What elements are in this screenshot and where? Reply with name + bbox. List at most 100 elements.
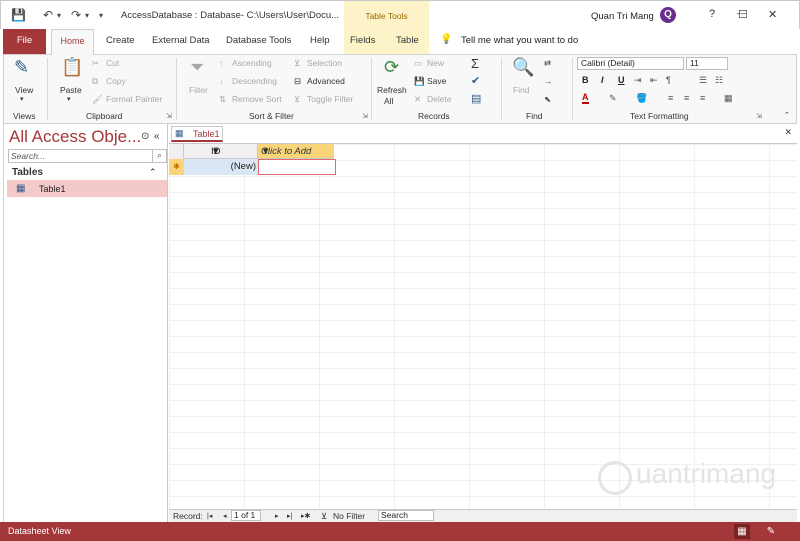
table-row[interactable]: (New) bbox=[184, 159, 258, 175]
tell-me-search[interactable]: Tell me what you want to do bbox=[461, 35, 578, 46]
sort-descending-icon[interactable]: ↓ bbox=[219, 76, 223, 86]
current-record-field[interactable]: 1 of 1 bbox=[231, 510, 261, 521]
shutter-bar-close-icon[interactable]: « bbox=[154, 131, 160, 142]
nav-item-table1[interactable]: ▦ Table1 bbox=[7, 180, 167, 197]
toggle-filter-button[interactable]: Toggle Filter bbox=[307, 94, 353, 104]
redo-icon[interactable]: ↷ bbox=[71, 8, 81, 22]
numbering-icon[interactable]: ☷ bbox=[715, 75, 723, 86]
record-search-input[interactable]: Search bbox=[378, 510, 434, 521]
first-record-icon[interactable]: |◂ bbox=[207, 512, 212, 520]
cut-button[interactable]: Cut bbox=[106, 58, 119, 68]
dialog-launcher-icon[interactable]: ⇲ bbox=[756, 112, 762, 120]
new-record-marker[interactable]: ✱ bbox=[169, 159, 184, 175]
advanced-filter-icon[interactable]: ⊟ bbox=[294, 76, 301, 87]
dialog-launcher-icon[interactable]: ⇲ bbox=[362, 112, 368, 120]
sort-ascending-icon[interactable]: ↑ bbox=[219, 58, 223, 68]
more-records-icon[interactable]: ▤ bbox=[471, 92, 481, 105]
descending-button[interactable]: Descending bbox=[232, 76, 277, 86]
close-document-icon[interactable]: ✕ bbox=[784, 127, 792, 138]
copy-button[interactable]: Copy bbox=[106, 76, 126, 86]
select-all-cell[interactable] bbox=[169, 144, 184, 159]
gridlines-icon[interactable]: ▦ bbox=[724, 93, 733, 104]
italic-button[interactable]: I bbox=[601, 75, 604, 85]
ascending-button[interactable]: Ascending bbox=[232, 58, 272, 68]
user-name[interactable]: Quan Tri Mang bbox=[591, 11, 654, 22]
view-button[interactable]: View bbox=[15, 85, 33, 95]
remove-sort-button[interactable]: Remove Sort bbox=[232, 94, 282, 104]
format-painter-button[interactable]: Format Painter bbox=[106, 94, 162, 104]
help-icon[interactable]: ? bbox=[709, 8, 715, 20]
paste-icon[interactable]: 📋 bbox=[61, 57, 83, 78]
spelling-icon[interactable]: ✔ bbox=[471, 74, 480, 87]
next-record-icon[interactable]: ▸ bbox=[275, 512, 279, 520]
chevron-down-icon[interactable]: ▾ bbox=[20, 95, 24, 103]
font-size-select[interactable]: 11 bbox=[686, 57, 728, 70]
nav-menu-icon[interactable]: ⊙ bbox=[141, 131, 149, 142]
collapse-ribbon-icon[interactable]: ⌃ bbox=[784, 111, 790, 119]
save-record-button[interactable]: Save bbox=[427, 76, 446, 86]
nav-pane-title[interactable]: All Access Obje... bbox=[9, 127, 141, 147]
select-icon[interactable]: ⬉ bbox=[544, 94, 551, 105]
nav-search-input[interactable]: Search... ⌕ bbox=[8, 149, 167, 163]
outdent-icon[interactable]: ⇤ bbox=[650, 75, 658, 86]
no-filter-icon[interactable]: ⊻ bbox=[321, 511, 327, 522]
chevron-down-icon[interactable]: ▼ bbox=[261, 146, 331, 157]
tab-create[interactable]: Create bbox=[106, 35, 135, 46]
tab-help[interactable]: Help bbox=[310, 35, 330, 46]
design-view-icon[interactable]: ✎ bbox=[763, 524, 779, 539]
undo-dropdown-icon[interactable]: ▾ bbox=[57, 11, 61, 20]
find-button[interactable]: Find bbox=[513, 85, 530, 95]
filter-button[interactable]: Filter bbox=[189, 85, 208, 95]
refresh-all-button[interactable]: Refresh bbox=[377, 85, 407, 95]
copy-icon[interactable]: ⧉ bbox=[92, 76, 98, 87]
highlight-icon[interactable]: ✎ bbox=[609, 93, 617, 104]
indent-icon[interactable]: ⇥ bbox=[634, 75, 642, 86]
bullets-icon[interactable]: ☰ bbox=[699, 75, 707, 86]
tab-external-data[interactable]: External Data bbox=[152, 35, 210, 46]
delete-button[interactable]: Delete bbox=[427, 94, 452, 104]
nav-section-tables[interactable]: Tables bbox=[12, 167, 43, 178]
fill-color-icon[interactable]: 🪣 bbox=[636, 93, 647, 104]
avatar[interactable]: Q bbox=[660, 7, 676, 23]
format-painter-icon[interactable]: 🖌 bbox=[92, 94, 103, 105]
new-blank-record-icon[interactable]: ▸✱ bbox=[301, 512, 310, 520]
tab-home[interactable]: Home bbox=[51, 29, 94, 55]
previous-record-icon[interactable]: ◂ bbox=[223, 512, 227, 520]
delete-icon[interactable]: ✕ bbox=[414, 94, 421, 105]
dialog-launcher-icon[interactable]: ⇲ bbox=[166, 112, 172, 120]
last-record-icon[interactable]: ▸| bbox=[287, 512, 292, 520]
tab-fields[interactable]: Fields bbox=[350, 35, 375, 46]
filter-icon[interactable]: ⏷ bbox=[190, 57, 204, 78]
column-header-click-to-add[interactable]: Click to Add ▼ bbox=[258, 144, 334, 159]
selection-icon[interactable]: ⊻ bbox=[294, 58, 300, 69]
new-record-icon[interactable]: ▭ bbox=[414, 58, 422, 69]
view-icon[interactable]: ✎ bbox=[14, 57, 29, 78]
paste-button[interactable]: Paste bbox=[60, 85, 82, 95]
go-to-icon[interactable]: → bbox=[544, 76, 553, 86]
refresh-icon[interactable]: ⟳ bbox=[384, 57, 399, 78]
save-icon[interactable]: 💾 bbox=[11, 8, 26, 22]
customize-qat-icon[interactable]: ▾ bbox=[99, 11, 103, 20]
active-cell[interactable] bbox=[258, 159, 336, 175]
font-name-select[interactable]: Calibri (Detail) bbox=[577, 57, 684, 70]
chevron-down-icon[interactable]: ▾ bbox=[67, 95, 71, 103]
cut-icon[interactable]: ✂ bbox=[92, 58, 99, 69]
font-color-button[interactable]: A bbox=[582, 93, 589, 104]
totals-icon[interactable]: Σ bbox=[471, 56, 479, 71]
filter-status[interactable]: No Filter bbox=[333, 511, 365, 521]
chevron-down-icon[interactable]: ▼ bbox=[211, 146, 254, 157]
replace-icon[interactable]: ⇄ bbox=[544, 58, 551, 69]
toggle-filter-icon[interactable]: ⊻ bbox=[294, 94, 300, 105]
remove-sort-icon[interactable]: ⇅ bbox=[219, 94, 226, 105]
align-left-icon[interactable]: ≡ bbox=[668, 93, 673, 103]
collapse-section-icon[interactable]: ⌃ bbox=[149, 167, 157, 178]
save-record-icon[interactable]: 💾 bbox=[414, 76, 425, 87]
tab-database-tools[interactable]: Database Tools bbox=[226, 35, 291, 46]
align-right-icon[interactable]: ≡ bbox=[700, 93, 705, 103]
search-icon[interactable]: ⌕ bbox=[152, 149, 166, 163]
underline-button[interactable]: U bbox=[618, 75, 625, 85]
close-icon[interactable]: ✕ bbox=[768, 8, 777, 21]
document-tab-table1[interactable]: ▦ Table1 bbox=[171, 126, 223, 142]
redo-dropdown-icon[interactable]: ▾ bbox=[85, 11, 89, 20]
tab-file[interactable]: File bbox=[3, 29, 46, 54]
